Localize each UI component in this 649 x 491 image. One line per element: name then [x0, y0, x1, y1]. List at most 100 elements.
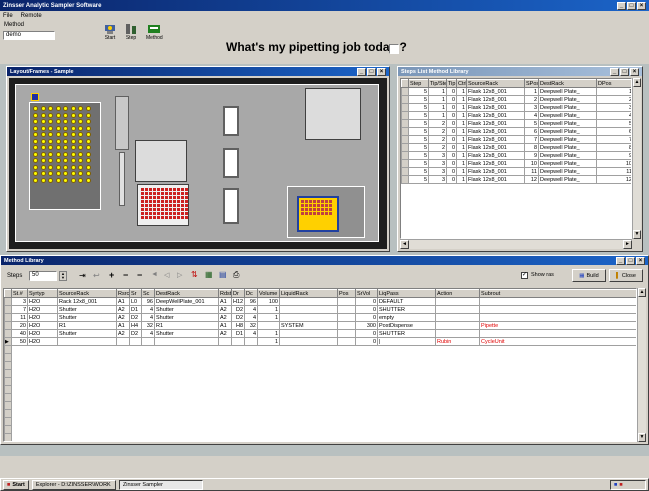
chart-icon[interactable]: ▤ — [219, 270, 227, 279]
table-cell[interactable]: 2 — [428, 143, 447, 152]
table-cell[interactable] — [280, 378, 338, 386]
table-cell[interactable] — [480, 386, 637, 394]
table-row[interactable]: 5 2 0 1 Flask 12x8_001 5 Deepwell Plate_ 5 — [401, 119, 631, 128]
table-cell[interactable]: Flask 12x8_001 — [466, 135, 525, 144]
row-selector[interactable] — [401, 111, 409, 120]
table-cell[interactable] — [338, 410, 356, 418]
row-selector[interactable] — [4, 345, 12, 354]
table-cell[interactable] — [378, 386, 436, 394]
table-cell[interactable] — [378, 354, 436, 362]
table-cell[interactable]: 3 — [596, 103, 631, 112]
table-cell[interactable] — [117, 386, 130, 394]
table-cell[interactable]: SHUTTER — [377, 305, 436, 314]
table-cell[interactable] — [28, 362, 58, 370]
table-cell[interactable]: 40 — [11, 329, 28, 338]
show-checkbox[interactable]: ✓ — [521, 272, 528, 279]
prompt-answer-box[interactable] — [389, 44, 399, 54]
table-cell[interactable] — [155, 418, 219, 426]
table-cell[interactable] — [142, 418, 155, 426]
scroll-left-icon[interactable]: ◄ — [400, 240, 409, 249]
table-cell[interactable] — [356, 434, 378, 442]
table-cell[interactable]: 2 — [428, 119, 447, 128]
table-cell[interactable] — [337, 313, 356, 322]
method-col-header[interactable]: Volume — [257, 289, 280, 298]
table-cell[interactable]: 0 — [446, 159, 457, 168]
table-cell[interactable] — [480, 378, 637, 386]
table-cell[interactable]: 3 — [428, 151, 447, 160]
table-cell[interactable]: 4 — [141, 329, 155, 338]
table-cell[interactable]: 96 — [244, 297, 258, 306]
table-cell[interactable] — [435, 329, 480, 338]
table-cell[interactable]: 1 — [456, 135, 467, 144]
menu-remote[interactable]: Remote — [21, 13, 42, 19]
table-cell[interactable]: H2O — [27, 297, 58, 306]
table-cell[interactable] — [142, 394, 155, 402]
table-cell[interactable] — [356, 394, 378, 402]
steps-col-header[interactable]: SourceRack — [466, 79, 525, 88]
table-cell[interactable] — [130, 370, 142, 378]
menu-file[interactable]: File — [3, 13, 13, 19]
table-cell[interactable] — [58, 362, 117, 370]
table-cell[interactable] — [58, 426, 117, 434]
table-cell[interactable]: 0 — [446, 119, 457, 128]
table-cell[interactable]: 12 — [596, 175, 631, 184]
table-cell[interactable] — [435, 321, 480, 330]
table-cell[interactable] — [232, 354, 245, 362]
table-row[interactable] — [4, 345, 637, 354]
steps-spinner[interactable]: 50 — [29, 271, 57, 281]
row-selector[interactable] — [4, 297, 12, 306]
table-cell[interactable] — [258, 346, 280, 354]
table-cell[interactable] — [130, 410, 142, 418]
table-cell[interactable] — [378, 378, 436, 386]
method-col-header[interactable]: LiqPass — [377, 289, 436, 298]
steps-col-header[interactable]: Tip/Step — [428, 79, 447, 88]
table-cell[interactable]: 4 — [141, 313, 155, 322]
method-col-header[interactable]: Rdst — [218, 289, 232, 298]
table-cell[interactable]: 4 — [244, 313, 258, 322]
table-cell[interactable]: 1 — [428, 95, 447, 104]
steps-maximize-button[interactable]: □ — [620, 67, 629, 76]
table-cell[interactable]: 32 — [141, 321, 155, 330]
table-cell[interactable]: 0 — [446, 151, 457, 160]
row-selector[interactable] — [401, 167, 409, 176]
table-cell[interactable] — [219, 362, 232, 370]
table-cell[interactable] — [155, 362, 219, 370]
table-cell[interactable] — [155, 394, 219, 402]
table-cell[interactable] — [117, 410, 130, 418]
table-cell[interactable] — [245, 418, 258, 426]
table-row[interactable] — [4, 377, 637, 386]
table-cell[interactable]: 4 — [596, 111, 631, 120]
method-maximize-button[interactable]: □ — [626, 256, 635, 265]
table-cell[interactable]: 6 — [596, 127, 631, 136]
table-cell[interactable]: 1 — [456, 175, 467, 184]
row-selector[interactable] — [4, 385, 12, 394]
table-cell[interactable]: Flask 12x8_001 — [466, 143, 525, 152]
table-cell[interactable]: 5 — [408, 87, 429, 96]
table-cell[interactable]: Shutter — [154, 313, 219, 322]
taskbar-item-sampler[interactable]: Zinsser Sampler — [118, 479, 203, 490]
table-cell[interactable]: D2 — [129, 329, 142, 338]
table-cell[interactable]: 1 — [596, 87, 631, 96]
row-selector[interactable]: ▶ — [4, 337, 12, 346]
row-selector[interactable] — [401, 159, 409, 168]
print-icon[interactable]: ⎙ — [233, 270, 239, 280]
table-cell[interactable] — [130, 378, 142, 386]
row-selector[interactable] — [4, 305, 12, 314]
table-cell[interactable] — [219, 434, 232, 442]
table-row[interactable] — [4, 425, 637, 434]
table-cell[interactable]: 1 — [428, 111, 447, 120]
row-selector[interactable] — [4, 433, 12, 441]
table-cell[interactable] — [479, 297, 636, 306]
table-cell[interactable] — [436, 426, 480, 434]
table-cell[interactable]: Deepwell Plate_ — [538, 103, 597, 112]
table-cell[interactable] — [280, 418, 338, 426]
table-cell[interactable] — [142, 362, 155, 370]
row-selector[interactable] — [401, 127, 409, 136]
table-cell[interactable] — [28, 402, 58, 410]
start-tool[interactable]: Start — [103, 23, 117, 41]
minimize-button[interactable]: _ — [617, 1, 626, 10]
table-cell[interactable] — [245, 386, 258, 394]
table-cell[interactable] — [12, 354, 28, 362]
start-button[interactable]: ■ Start — [3, 479, 29, 490]
table-cell[interactable]: 1 — [456, 119, 467, 128]
